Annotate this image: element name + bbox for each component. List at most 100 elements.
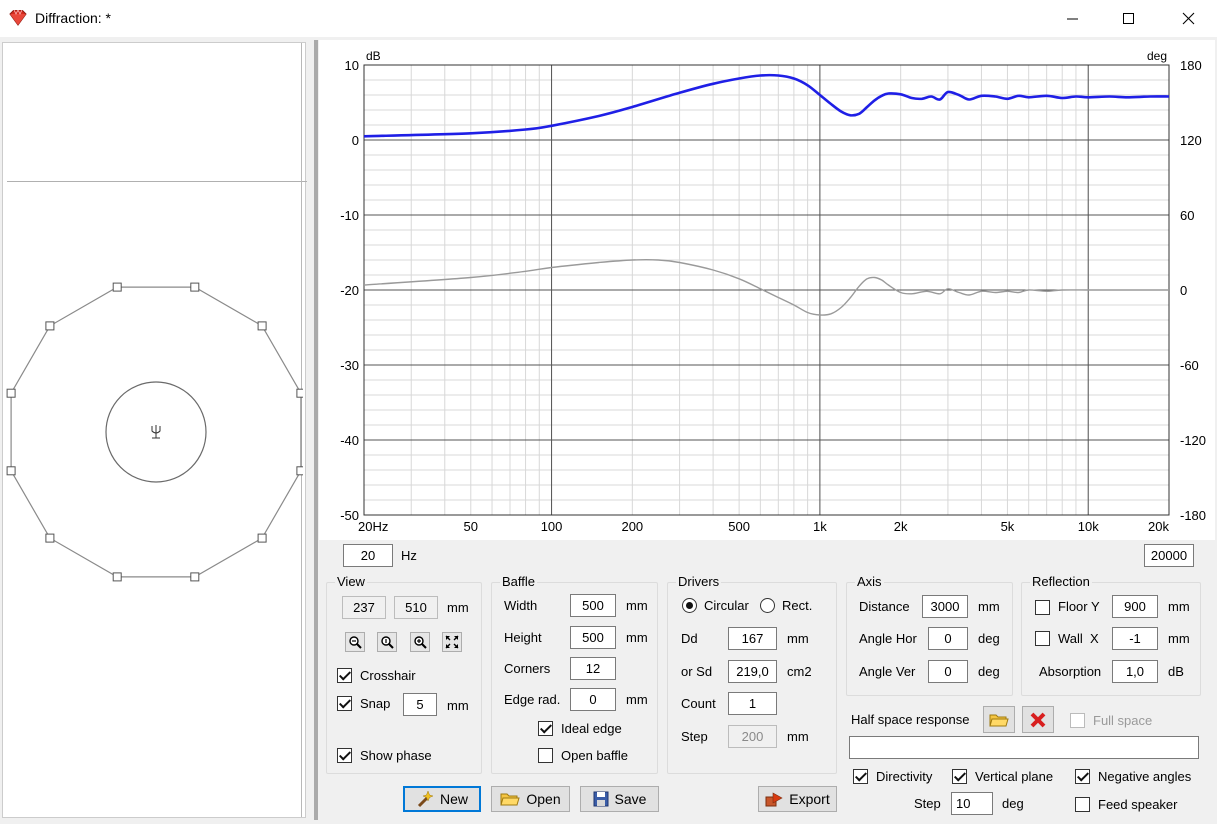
feed-speaker-checkbox[interactable] [1075, 797, 1090, 812]
dd-label: Dd [681, 631, 698, 646]
x-tick-label: 100 [541, 519, 563, 534]
y2-tick-label: -120 [1180, 433, 1206, 448]
corners-field[interactable]: 12 [570, 657, 616, 680]
reflection-group-title: Reflection [1030, 574, 1092, 589]
ideal-edge-checkbox[interactable] [538, 721, 553, 736]
magic-wand-icon [417, 790, 434, 808]
title-bar: Diffraction: * [0, 0, 1217, 37]
zoom-out-button[interactable] [345, 632, 365, 652]
open-baffle-checkbox[interactable] [538, 748, 553, 763]
x-tick-label: 200 [621, 519, 643, 534]
half-space-open-button[interactable] [983, 706, 1015, 733]
y-tick-label: 0 [352, 133, 359, 148]
close-button[interactable] [1160, 0, 1216, 37]
y-axis-label: dB [366, 49, 381, 63]
corner-handle [6, 388, 16, 398]
show-phase-label: Show phase [360, 748, 432, 763]
absorption-field[interactable]: 1,0 [1112, 660, 1158, 683]
new-button[interactable]: New [403, 786, 481, 812]
minimize-button[interactable] [1045, 0, 1101, 37]
negative-angles-checkbox[interactable] [1075, 769, 1090, 784]
feed-speaker-label: Feed speaker [1098, 797, 1178, 812]
angle-hor-field[interactable]: 0 [928, 627, 968, 650]
y-tick-label: -40 [340, 433, 359, 448]
sd-field[interactable]: 219,0 [728, 660, 777, 683]
freq-min-field[interactable]: 20 [343, 544, 393, 567]
width-label: Width [504, 598, 538, 613]
maximize-button[interactable] [1101, 0, 1157, 37]
axis-group-title: Axis [855, 574, 884, 589]
count-label: Count [681, 696, 716, 711]
width-field[interactable]: 500 [570, 594, 616, 617]
y-tick-label: -20 [340, 283, 359, 298]
floor-checkbox[interactable] [1035, 600, 1050, 615]
half-space-path-field[interactable] [849, 736, 1199, 759]
sd-label: or Sd [681, 664, 713, 679]
dd-field[interactable]: 167 [728, 627, 777, 650]
corners-label: Corners [504, 661, 551, 676]
corner-handle [257, 321, 267, 331]
full-space-checkbox [1070, 713, 1085, 728]
angle-ver-unit-label: deg [978, 664, 1000, 679]
zoom-all-button[interactable] [442, 632, 462, 652]
splitter[interactable] [314, 40, 318, 820]
view-group-title: View [335, 574, 367, 589]
angle-hor-unit-label: deg [978, 631, 1000, 646]
open-button[interactable]: Open [491, 786, 570, 812]
driver-step-unit-label: mm [787, 729, 809, 744]
freq-max-field[interactable]: 20000 [1144, 544, 1194, 567]
expand-icon [445, 635, 459, 649]
vertical-plane-label: Vertical plane [975, 769, 1054, 784]
half-space-clear-button[interactable] [1022, 706, 1054, 733]
snap-label: Snap [360, 696, 391, 711]
frequency-response-chart[interactable]: 20Hz 50 100 200 500 1k 2k 5k 10k 20k 10 0 -10 -20 -30-… [319, 40, 1215, 540]
angle-hor-label: Angle Hor [859, 631, 917, 646]
x-tick-label: 50 [464, 519, 478, 534]
y-tick-label: -50 [340, 508, 359, 523]
export-button[interactable]: Export [758, 786, 837, 812]
snap-field[interactable]: 5 [403, 693, 437, 716]
angle-ver-field[interactable]: 0 [928, 660, 968, 683]
circular-radio[interactable] [682, 598, 697, 613]
distance-field[interactable]: 3000 [922, 595, 968, 618]
export-arrow-icon [765, 792, 783, 807]
directivity-step-label: Step [914, 796, 941, 811]
vertical-plane-checkbox[interactable] [952, 769, 967, 784]
edge-radius-label: Edge rad. [504, 692, 561, 707]
show-phase-checkbox[interactable] [337, 748, 352, 763]
half-space-label: Half space response [851, 712, 970, 727]
snap-unit-label: mm [447, 698, 469, 713]
floppy-disk-icon [593, 791, 609, 807]
x-tick-label: 500 [728, 519, 750, 534]
zoom-fit-button[interactable] [377, 632, 397, 652]
directivity-step-field[interactable]: 10 [951, 792, 993, 815]
angle-ver-label: Angle Ver [859, 664, 916, 679]
zoom-in-button[interactable] [410, 632, 430, 652]
x-tick-label: 20k [1148, 519, 1169, 534]
chart-svg[interactable]: 20Hz 50 100 200 500 1k 2k 5k 10k 20k100-10-20-30-… [319, 40, 1215, 540]
rect-radio[interactable] [760, 598, 775, 613]
absorption-unit-label: dB [1168, 664, 1184, 679]
save-button[interactable]: Save [580, 786, 659, 812]
corner-handle [296, 388, 303, 398]
count-field[interactable]: 1 [728, 692, 777, 715]
view-unit-label: mm [447, 600, 469, 615]
height-field[interactable]: 500 [570, 626, 616, 649]
baffle-drawing[interactable] [3, 43, 303, 819]
corner-handle [45, 321, 55, 331]
folder-open-icon [989, 714, 1009, 726]
y2-tick-label: 180 [1180, 58, 1202, 73]
y2-tick-label: 0 [1180, 283, 1187, 298]
edge-radius-field[interactable]: 0 [570, 688, 616, 711]
directivity-checkbox[interactable] [853, 769, 868, 784]
baffle-preview-panel[interactable] [2, 42, 307, 819]
floor-field[interactable]: 900 [1112, 595, 1158, 618]
wall-field[interactable]: -1 [1112, 627, 1158, 650]
snap-checkbox[interactable] [337, 696, 352, 711]
folder-open-icon [500, 793, 521, 806]
wall-checkbox[interactable] [1035, 631, 1050, 646]
y2-tick-label: 60 [1180, 208, 1194, 223]
red-x-icon [1030, 712, 1046, 727]
x-tick-label: 2k [894, 519, 908, 534]
crosshair-checkbox[interactable] [337, 668, 352, 683]
